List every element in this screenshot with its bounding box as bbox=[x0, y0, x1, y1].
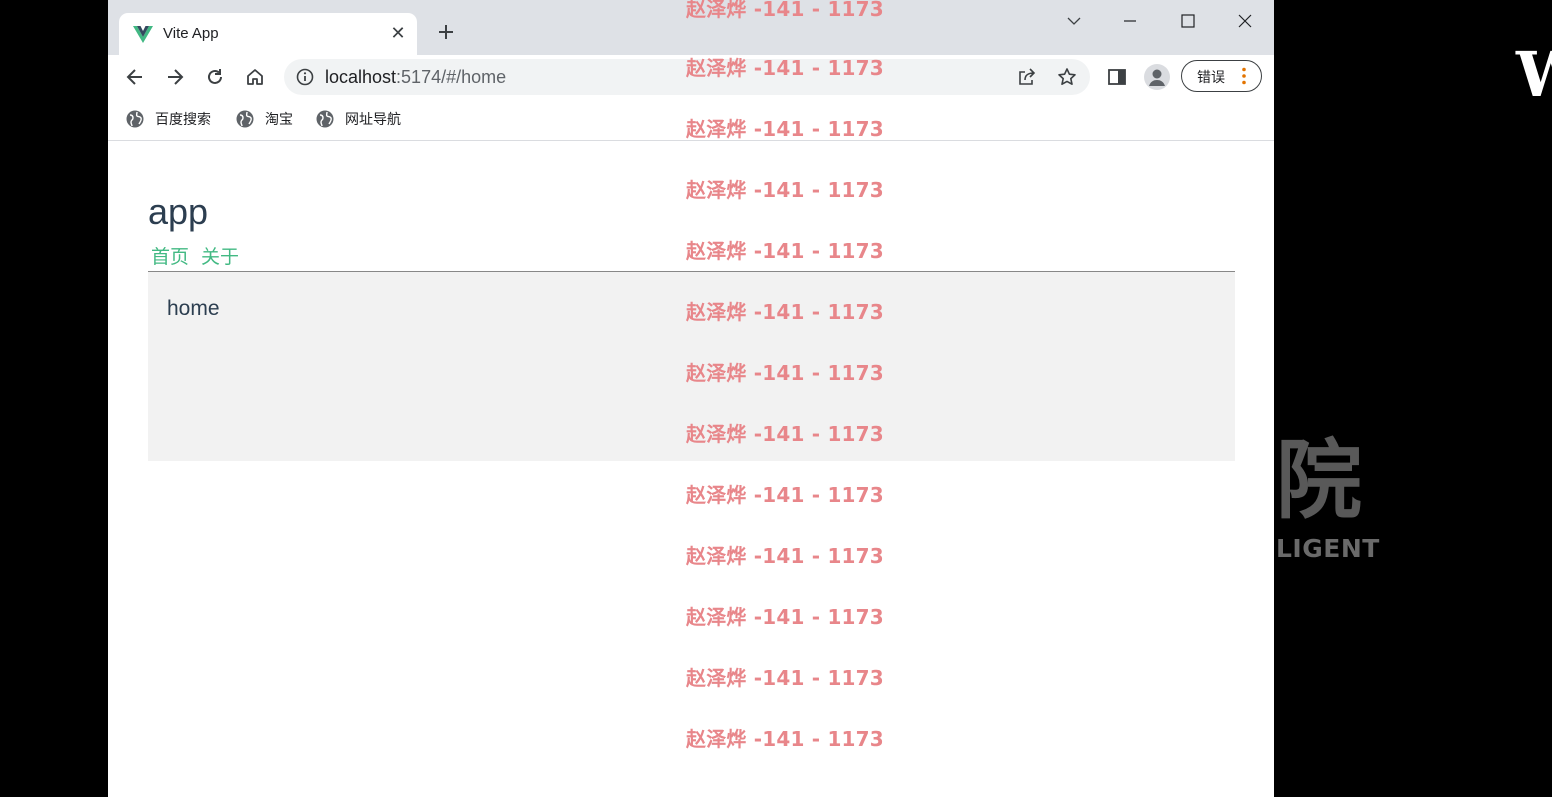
error-button[interactable]: 错误 bbox=[1181, 60, 1262, 92]
tab-title: Vite App bbox=[163, 25, 219, 42]
bookmark-baidu[interactable]: 百度搜索 bbox=[126, 108, 211, 130]
page-content: app 首页 关于 home bbox=[108, 141, 1274, 797]
forward-icon[interactable] bbox=[163, 65, 187, 89]
vue-logo-icon bbox=[133, 26, 153, 43]
view-text: home bbox=[167, 297, 220, 320]
address-bar[interactable]: localhost:5174/#/home bbox=[284, 59, 1090, 95]
home-icon[interactable] bbox=[243, 65, 267, 89]
reload-icon[interactable] bbox=[203, 65, 227, 89]
share-icon[interactable] bbox=[1017, 67, 1037, 87]
globe-icon bbox=[236, 110, 254, 128]
bookmark-nav[interactable]: 网址导航 bbox=[316, 108, 401, 130]
bookmark-label: 百度搜索 bbox=[155, 112, 211, 128]
close-window-icon[interactable] bbox=[1227, 9, 1263, 33]
page-title: app bbox=[148, 191, 209, 232]
minimize-icon[interactable] bbox=[1112, 9, 1148, 33]
router-view: home bbox=[148, 271, 1235, 461]
background-text: LIGENT bbox=[1276, 534, 1380, 563]
url-text[interactable]: localhost:5174/#/home bbox=[325, 67, 506, 88]
title-bar: Vite App ✕ bbox=[108, 0, 1274, 55]
browser-tab[interactable]: Vite App ✕ bbox=[119, 13, 417, 55]
globe-icon bbox=[126, 110, 144, 128]
nav-link-home[interactable]: 首页 bbox=[151, 242, 189, 269]
side-panel-icon[interactable] bbox=[1107, 67, 1127, 87]
bookmark-star-icon[interactable] bbox=[1057, 67, 1077, 87]
error-button-label: 错误 bbox=[1197, 70, 1225, 86]
close-tab-icon[interactable]: ✕ bbox=[387, 22, 409, 44]
globe-icon bbox=[316, 110, 334, 128]
nav-link-about[interactable]: 关于 bbox=[201, 242, 239, 269]
browser-toolbar: localhost:5174/#/home 错误 bbox=[108, 55, 1274, 99]
url-host: localhost bbox=[325, 67, 397, 87]
browser-window: Vite App ✕ localhost:5174/#/home 错误 百度搜索… bbox=[108, 0, 1274, 797]
bookmarks-bar: 百度搜索 淘宝 网址导航 bbox=[108, 99, 1274, 141]
background-letter: W bbox=[1516, 38, 1552, 111]
kebab-menu-icon[interactable] bbox=[1242, 67, 1246, 85]
bookmark-label: 网址导航 bbox=[345, 112, 401, 128]
bookmark-taobao[interactable]: 淘宝 bbox=[236, 108, 293, 130]
back-icon[interactable] bbox=[123, 65, 147, 89]
router-nav: 首页 关于 bbox=[151, 242, 239, 269]
tab-search-icon[interactable] bbox=[1056, 9, 1092, 33]
background-slide bbox=[1274, 0, 1552, 797]
bookmark-label: 淘宝 bbox=[265, 112, 293, 128]
info-icon[interactable] bbox=[296, 68, 314, 86]
profile-avatar-icon[interactable] bbox=[1144, 64, 1170, 90]
url-path: :5174/#/home bbox=[396, 67, 507, 87]
background-char: 院 bbox=[1276, 431, 1362, 531]
new-tab-icon[interactable] bbox=[434, 20, 458, 44]
maximize-icon[interactable] bbox=[1170, 9, 1206, 33]
